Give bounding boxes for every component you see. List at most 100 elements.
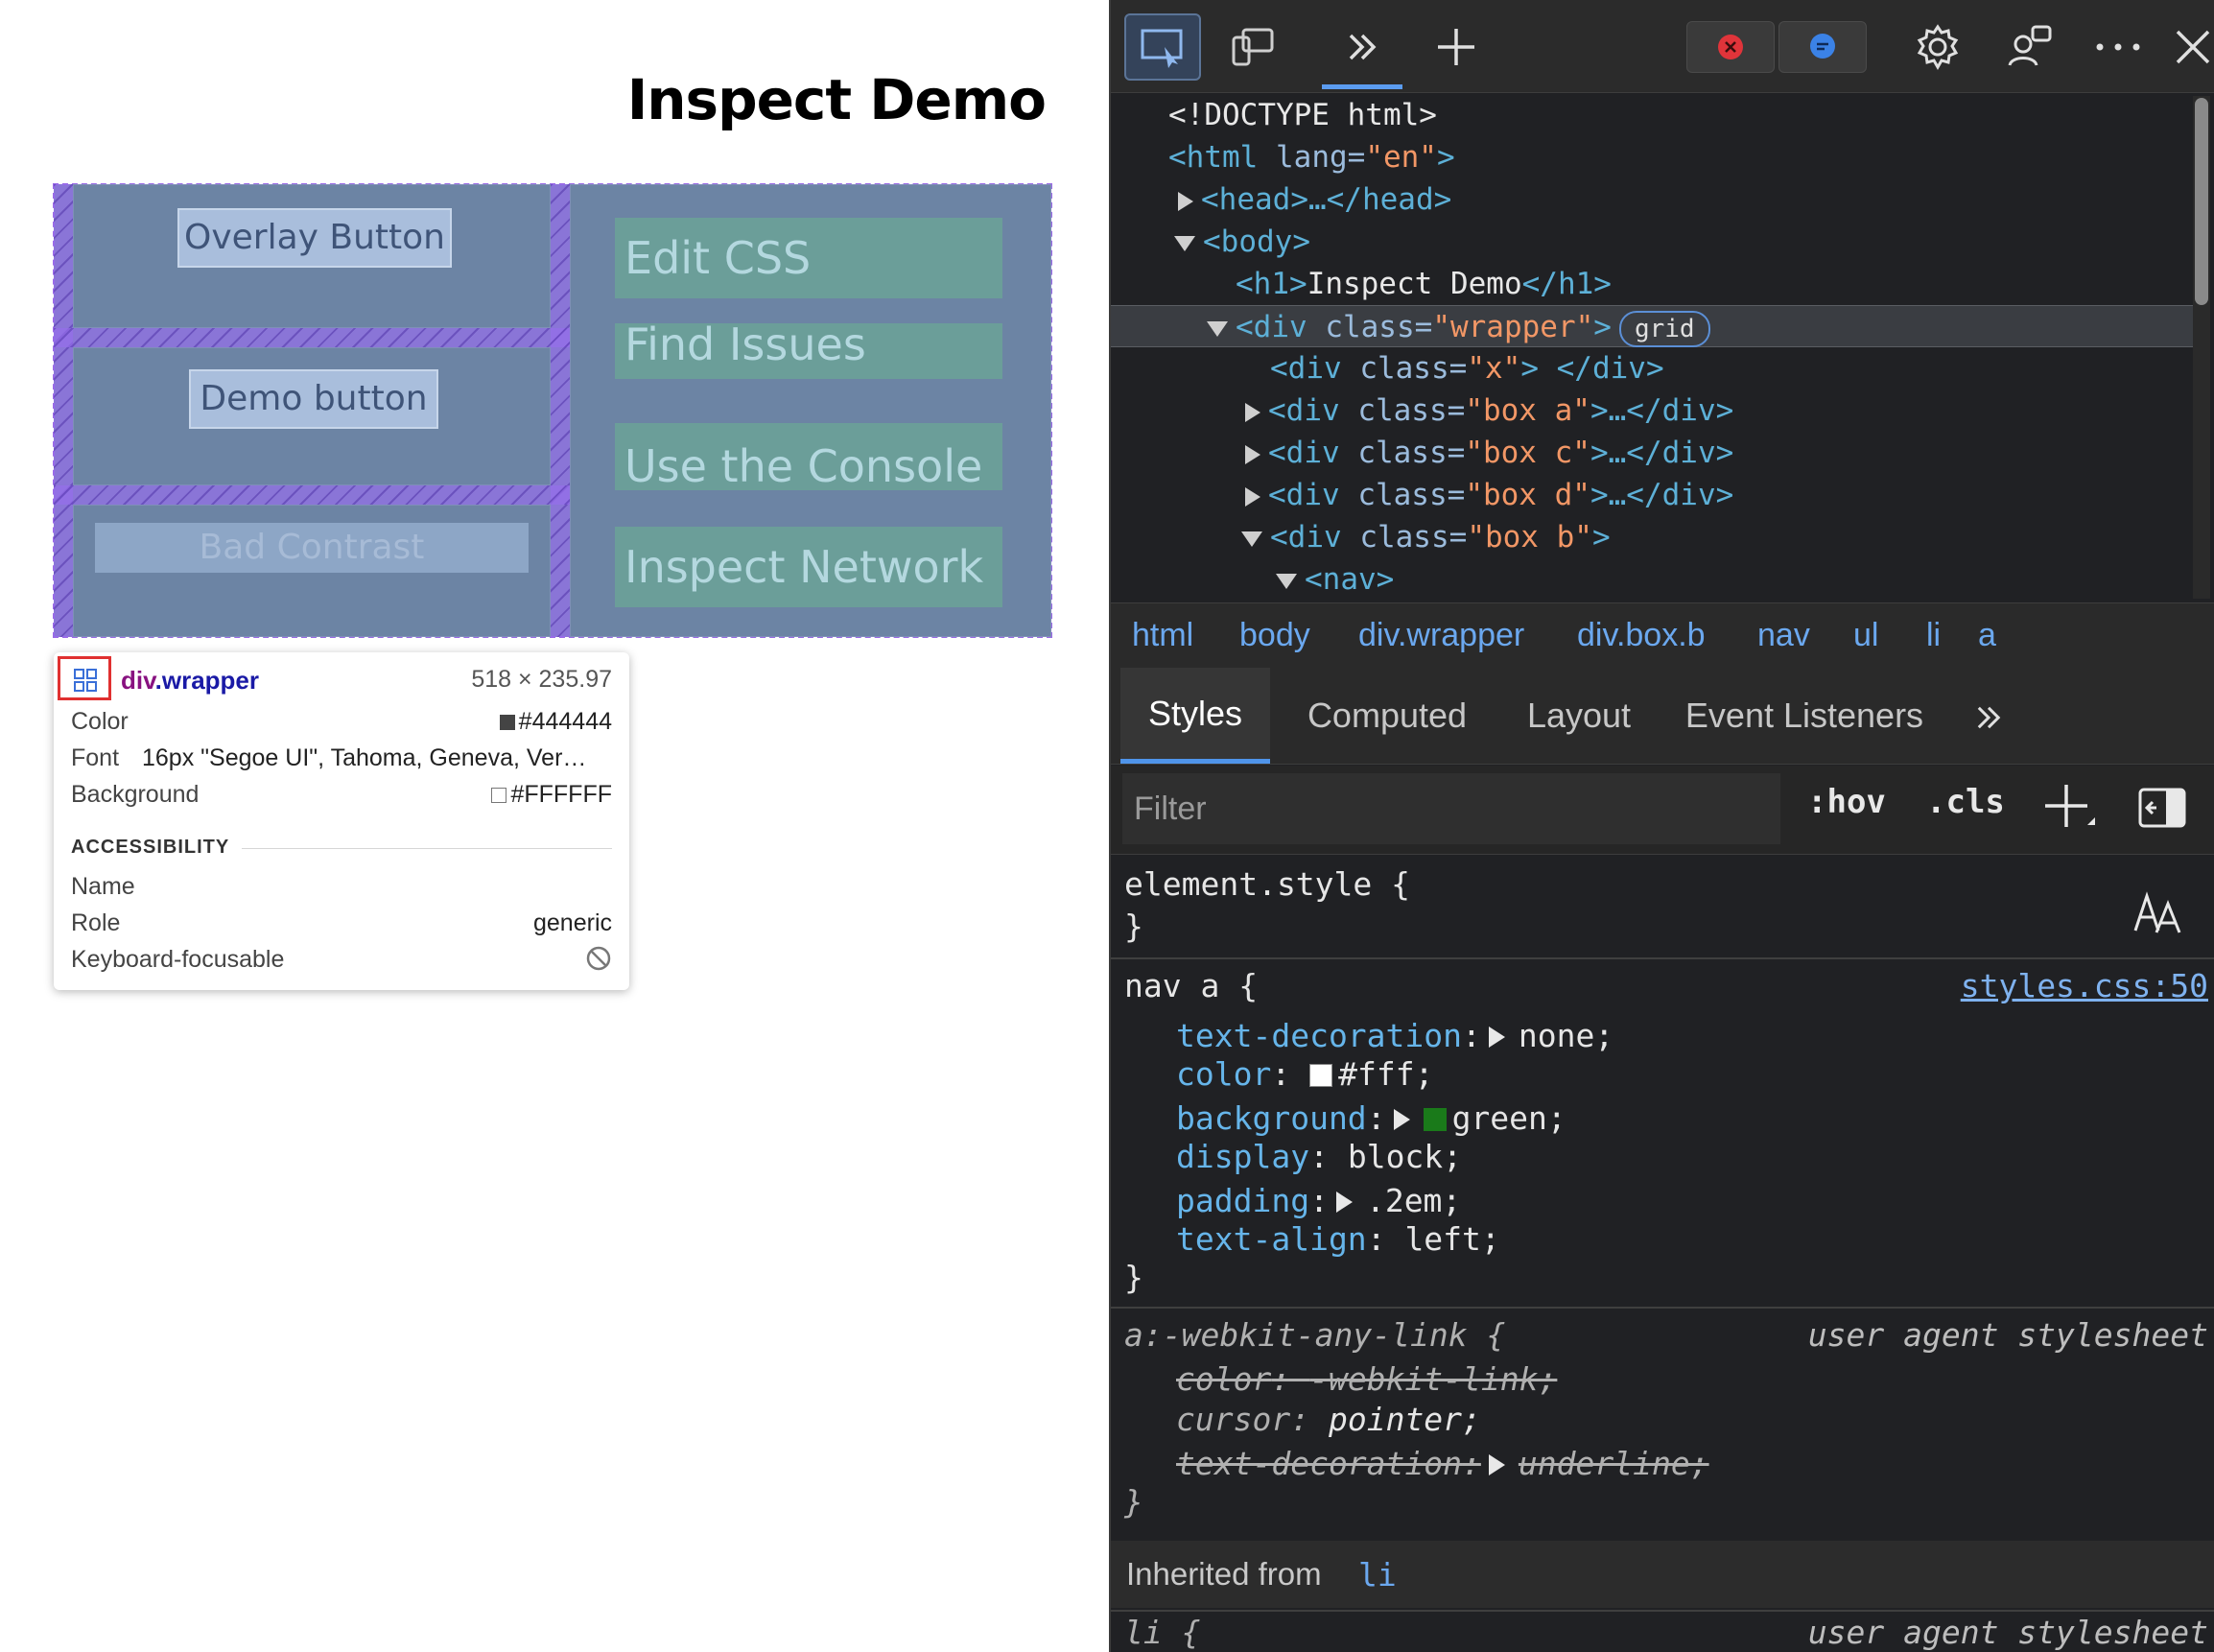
rule2-prop-cursor[interactable]: cursor: pointer; [1176, 1401, 1481, 1438]
demo-button[interactable]: Demo button [189, 369, 438, 429]
breadcrumb-ul[interactable]: ul [1853, 617, 1878, 654]
expand-triangle-icon[interactable] [1488, 1454, 1505, 1475]
new-tab-icon[interactable] [1418, 13, 1495, 81]
expand-triangle-icon[interactable] [1488, 1027, 1505, 1048]
class-value: "box d" [1465, 478, 1590, 512]
tab-styles[interactable]: Styles [1120, 668, 1270, 764]
overlay-button[interactable]: Overlay Button [177, 208, 452, 268]
prop-value[interactable]: left; [1404, 1220, 1499, 1258]
dom-line-head[interactable]: <head>…</head> [1111, 178, 2195, 221]
expand-triangle-icon[interactable] [1335, 1192, 1353, 1213]
element-style-selector[interactable]: element.style { [1124, 865, 1410, 903]
feedback-icon[interactable] [1991, 13, 2068, 81]
styles-filter-input[interactable] [1122, 773, 1780, 844]
devtools-panel: <!DOCTYPE html> <html lang="en"> <head>…… [1109, 0, 2214, 1652]
expand-triangle-icon[interactable] [1245, 444, 1260, 464]
prop-name: color [1176, 1055, 1272, 1093]
dom-line-wrapper-selected[interactable]: <div class="wrapper"> grid [1111, 305, 2195, 347]
doctype-text: <!DOCTYPE html> [1168, 98, 1437, 132]
breadcrumb-body[interactable]: body [1239, 617, 1310, 654]
close-icon[interactable] [2164, 13, 2214, 81]
collapse-triangle-icon[interactable] [1276, 573, 1297, 589]
hov-button[interactable]: :hov [1807, 783, 1886, 821]
dom-line-doctype[interactable]: <!DOCTYPE html> [1111, 94, 2195, 136]
cls-button[interactable]: .cls [1926, 783, 2005, 821]
font-editor-icon[interactable] [2132, 883, 2185, 944]
bad-contrast-button[interactable]: Bad Contrast [95, 523, 529, 573]
color-swatch-icon[interactable] [1423, 1108, 1447, 1131]
dom-line-div-x[interactable]: <div class="x"> </div> [1111, 347, 2195, 389]
grid-icon[interactable] [58, 656, 111, 700]
grid-badge[interactable]: grid [1618, 310, 1710, 347]
errors-icon[interactable] [1686, 21, 1775, 73]
prop-name: color [1176, 1360, 1272, 1398]
nav-link-use-console[interactable]: Use the Console [615, 423, 1002, 490]
inspect-icon[interactable] [1124, 13, 1201, 81]
grid-wrapper[interactable]: Overlay Button Demo button Bad Contrast … [53, 183, 1052, 638]
dom-line-box-d[interactable]: <div class="box d">…</div> [1111, 474, 2195, 516]
h1-close-tag: </h1> [1521, 267, 1612, 301]
rule1-prop-display[interactable]: display: block; [1176, 1138, 1462, 1175]
collapse-triangle-icon[interactable] [1241, 531, 1262, 547]
prop-value[interactable]: .2em; [1366, 1182, 1461, 1219]
rule1-selector[interactable]: nav a { [1124, 967, 1258, 1004]
color-swatch-icon[interactable] [1309, 1064, 1333, 1087]
rule1-prop-background[interactable]: background: green; [1176, 1099, 1566, 1137]
dom-line-h1[interactable]: <h1>Inspect Demo</h1> [1111, 263, 2195, 305]
accessibility-divider [242, 848, 612, 849]
rule2-selector[interactable]: a:-webkit-any-link { [1124, 1316, 1505, 1354]
dom-line-box-b[interactable]: <div class="box b"> [1111, 516, 2195, 558]
rule2-prop-color[interactable]: color: -webkit-link; [1176, 1360, 1557, 1398]
breadcrumb-nav[interactable]: nav [1757, 617, 1810, 654]
new-style-rule-icon[interactable] [2041, 779, 2099, 845]
rule1-source-link[interactable]: styles.css:50 [1961, 967, 2208, 1004]
more-tabs-icon[interactable] [1324, 13, 1401, 81]
settings-icon[interactable] [1899, 13, 1976, 81]
dom-line-nav[interactable]: <nav> [1111, 558, 2195, 601]
breadcrumb-div-wrapper[interactable]: div.wrapper [1358, 617, 1524, 654]
expand-triangle-icon[interactable] [1393, 1109, 1410, 1130]
tab-layout[interactable]: Layout [1504, 668, 1654, 764]
expand-triangle-icon[interactable] [1245, 486, 1260, 507]
more-icon[interactable] [2080, 13, 2156, 81]
dom-line-html[interactable]: <html lang="en"> [1111, 136, 2195, 178]
inherited-tag-link[interactable]: li [1358, 1556, 1397, 1593]
collapse-triangle-icon[interactable] [1207, 320, 1228, 337]
toggle-sidebar-icon[interactable] [2137, 787, 2187, 838]
dom-line-body[interactable]: <body> [1111, 221, 2195, 263]
collapse-triangle-icon[interactable] [1174, 235, 1195, 251]
issues-icon[interactable] [1778, 21, 1867, 73]
rule1-prop-color[interactable]: color: #fff; [1176, 1055, 1433, 1093]
rule2-prop-text-decoration[interactable]: text-decoration: underline; [1176, 1445, 1709, 1482]
nav-link-inspect-network[interactable]: Inspect Network [615, 527, 1002, 607]
prop-value[interactable]: green; [1452, 1099, 1566, 1137]
html-tag: <html [1168, 140, 1259, 175]
expand-triangle-icon[interactable] [1245, 402, 1260, 422]
tab-computed[interactable]: Computed [1282, 668, 1493, 764]
prop-value[interactable]: none; [1519, 1017, 1613, 1054]
nav-tag: <nav> [1305, 562, 1395, 597]
class-value: "wrapper" [1432, 310, 1594, 344]
rule1-prop-text-align[interactable]: text-align: left; [1176, 1220, 1500, 1258]
dom-tree-scrollbar-thumb[interactable] [2195, 98, 2208, 305]
dom-line-box-a[interactable]: <div class="box a">…</div> [1111, 389, 2195, 432]
rule1-prop-padding[interactable]: padding: .2em; [1176, 1182, 1461, 1219]
rule1-prop-text-decoration[interactable]: text-decoration: none; [1176, 1017, 1613, 1054]
expand-triangle-icon[interactable] [1178, 191, 1193, 211]
breadcrumb-div-box-b[interactable]: div.box.b [1577, 617, 1706, 654]
rule3-selector[interactable]: li { [1124, 1614, 1200, 1651]
nav-link-find-issues[interactable]: Find Issues [615, 323, 1002, 379]
nav-link-edit-css[interactable]: Edit CSS [615, 218, 1002, 298]
more-tabs-icon[interactable] [1955, 668, 2022, 764]
tooltip-keyboard-row: Keyboard-focusable [71, 946, 612, 977]
prop-value[interactable]: #fff; [1338, 1055, 1433, 1093]
dom-line-box-c[interactable]: <div class="box c">…</div> [1111, 432, 2195, 474]
device-toolbar-icon[interactable] [1214, 13, 1291, 81]
breadcrumb-li[interactable]: li [1926, 617, 1941, 654]
prop-value[interactable]: block; [1348, 1138, 1462, 1175]
tab-event-listeners[interactable]: Event Listeners [1665, 668, 1943, 764]
breadcrumb-a[interactable]: a [1978, 617, 1996, 654]
tooltip-font-row: Font 16px "Segoe UI", Tahoma, Geneva, Ve… [71, 744, 612, 775]
tooltip-name-label: Name [71, 873, 135, 900]
breadcrumb-html[interactable]: html [1132, 617, 1193, 654]
